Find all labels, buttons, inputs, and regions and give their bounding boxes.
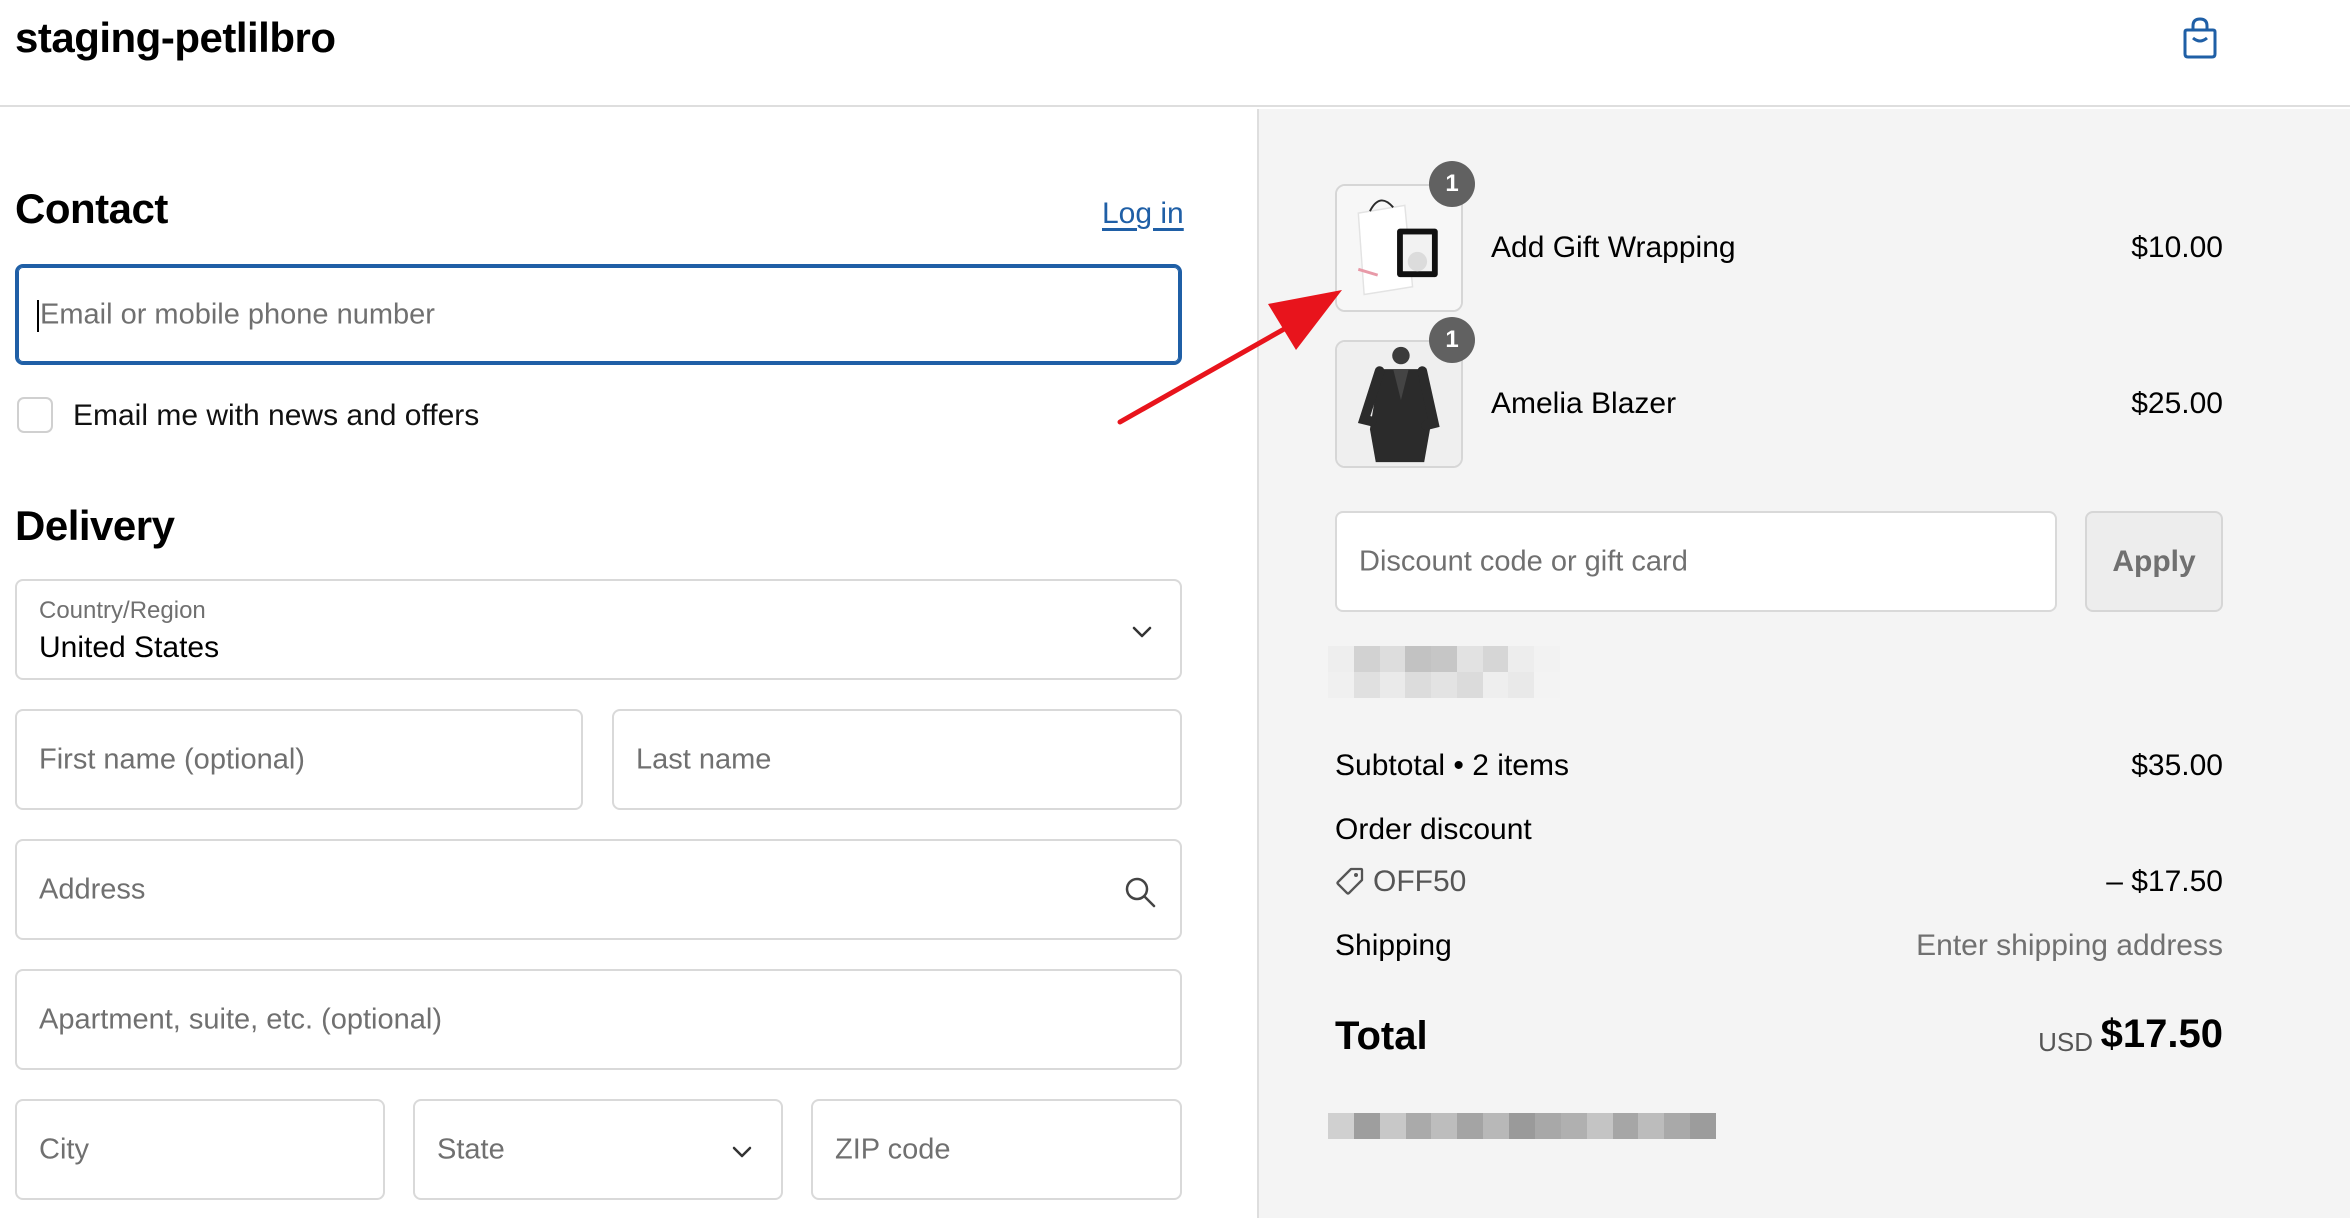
shopping-bag-icon[interactable] [2180, 16, 2220, 60]
discount-code: OFF50 [1373, 865, 1467, 898]
state-select[interactable]: State [413, 1099, 783, 1200]
order-discount-label: Order discount [1335, 813, 1532, 846]
discount-placeholder: Discount code or gift card [1359, 545, 1688, 577]
last-name-placeholder: Last name [636, 743, 772, 775]
zip-input[interactable]: ZIP code [811, 1099, 1182, 1200]
discount-value: – $17.50 [2106, 865, 2223, 898]
first-name-placeholder: First name (optional) [39, 743, 305, 775]
newsletter-label[interactable]: Email me with news and offers [73, 399, 479, 433]
total-label: Total [1335, 1014, 1428, 1058]
newsletter-checkbox[interactable] [17, 397, 53, 433]
shipping-value: Enter shipping address [1916, 929, 2223, 962]
zip-placeholder: ZIP code [835, 1133, 951, 1165]
text-caret [37, 300, 39, 332]
last-name-input[interactable]: Last name [612, 709, 1182, 810]
redacted-area [1328, 1113, 1716, 1139]
shipping-label: Shipping [1335, 929, 1452, 962]
email-input[interactable]: Email or mobile phone number [15, 264, 1182, 365]
country-label: Country/Region [39, 597, 206, 624]
item-price: $10.00 [2131, 231, 2223, 264]
apply-discount-button[interactable]: Apply [2085, 511, 2223, 612]
city-placeholder: City [39, 1133, 89, 1165]
store-name[interactable]: staging-petlilbro [15, 14, 336, 62]
state-placeholder: State [437, 1133, 505, 1165]
subtotal-label: Subtotal • 2 items [1335, 749, 1569, 782]
chevron-down-icon [732, 1146, 752, 1158]
redacted-area [1328, 646, 1560, 698]
quantity-badge: 1 [1429, 161, 1475, 207]
discount-code-input[interactable]: Discount code or gift card [1335, 511, 2057, 612]
apartment-input[interactable]: Apartment, suite, etc. (optional) [15, 969, 1182, 1070]
login-link[interactable]: Log in [1102, 197, 1184, 231]
total-currency: USD [2038, 1027, 2093, 1057]
quantity-badge: 1 [1429, 317, 1475, 363]
first-name-input[interactable]: First name (optional) [15, 709, 583, 810]
item-price: $25.00 [2131, 387, 2223, 420]
annotation-arrow-icon [1117, 290, 1342, 425]
address-placeholder: Address [39, 873, 146, 905]
country-select[interactable]: Country/Region United States [15, 579, 1182, 680]
discount-tag-icon [1336, 867, 1364, 895]
city-input[interactable]: City [15, 1099, 385, 1200]
country-value: United States [39, 631, 220, 664]
item-name: Add Gift Wrapping [1491, 231, 1736, 264]
address-input[interactable]: Address [15, 839, 1182, 940]
apartment-placeholder: Apartment, suite, etc. (optional) [39, 1003, 442, 1035]
item-name: Amelia Blazer [1491, 387, 1677, 420]
search-icon[interactable] [1123, 875, 1157, 909]
checkout-header: staging-petlilbro [0, 0, 2350, 107]
subtotal-value: $35.00 [2131, 749, 2223, 782]
total-value: $17.50 [2100, 1012, 2223, 1056]
contact-title: Contact [15, 185, 168, 232]
delivery-title: Delivery [15, 502, 175, 549]
chevron-down-icon [1132, 626, 1152, 638]
email-placeholder: Email or mobile phone number [40, 298, 435, 330]
